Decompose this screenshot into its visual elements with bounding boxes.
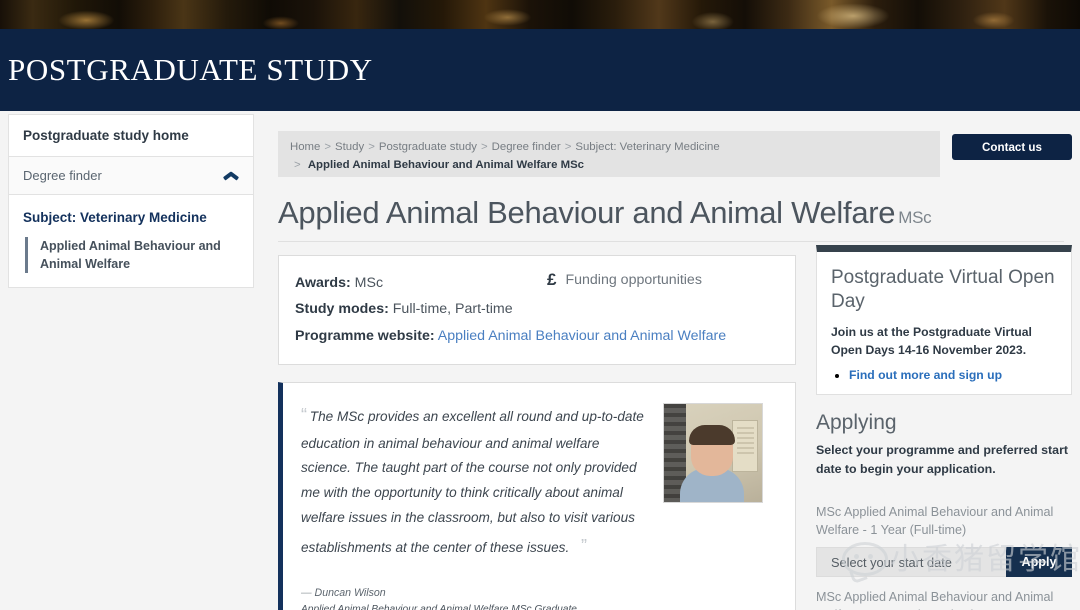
sidebar-item-postgraduate-study-home[interactable]: Postgraduate study home [9, 115, 253, 157]
testimonial-text: The MSc provides an excellent all round … [301, 408, 644, 556]
contact-us-button[interactable]: Contact us [952, 134, 1072, 160]
awards-label: Awards: [295, 275, 351, 291]
applying-lead: Select your programme and preferred star… [816, 443, 1069, 476]
testimonial-attribution: — Duncan Wilson Applied Animal Behaviour… [301, 585, 649, 610]
study-modes-value: Full-time, Part-time [392, 301, 513, 318]
funding-opportunities-link[interactable]: £ Funding opportunities [547, 270, 702, 290]
site-title: POSTGRADUATE STUDY [8, 52, 373, 87]
programme-info-box: Awards: MSc Study modes: Full-time, Part… [278, 255, 796, 365]
programme-option-parttime: MSc Applied Animal Behaviour and Animal … [816, 590, 1054, 610]
funding-opportunities-label: Funding opportunities [565, 272, 702, 288]
site-header: POSTGRADUATE STUDY [0, 29, 1080, 111]
open-day-panel: Postgraduate Virtual Open Day Join us at… [816, 245, 1072, 396]
body-wrap: Postgraduate study home Degree finder Su… [0, 111, 1080, 610]
headshot-background-panel [732, 419, 758, 472]
breadcrumb-sep: > [564, 141, 572, 153]
open-quote-icon: “ [301, 404, 307, 425]
testimonial-author: Duncan Wilson [314, 587, 386, 600]
aside-column: Postgraduate Virtual Open Day Join us at… [816, 245, 1072, 610]
page-title: Applied Animal Behaviour and Animal Welf… [278, 195, 1080, 231]
breadcrumb-sep: > [481, 141, 488, 153]
open-day-title: Postgraduate Virtual Open Day [831, 267, 1055, 312]
apply-row-fulltime: Select your start date Apply [816, 547, 1072, 578]
testimonial-body: “ The MSc provides an excellent all roun… [301, 399, 649, 610]
programme-option-fulltime: MSc Applied Animal Behaviour and Animal … [816, 504, 1054, 537]
applying-title: Applying [816, 411, 897, 435]
page-title-award: MSc [898, 208, 932, 227]
testimonial-card: “ The MSc provides an excellent all roun… [278, 381, 796, 610]
banner-photo [0, 0, 1080, 29]
sidebar-item-degree-finder-label: Degree finder [23, 168, 102, 183]
awards-value: MSc [354, 275, 384, 291]
programme-website-line: Programme website: Applied Animal Behavi… [295, 323, 779, 349]
main-column: Home > Study > Postgraduate study > Degree fin… [270, 111, 1080, 610]
student-headshot-photo [663, 402, 763, 503]
breadcrumb-sep: > [324, 141, 332, 153]
open-day-body: Join us at the Postgraduate Virtual Open… [831, 324, 1032, 358]
title-divider [278, 241, 1064, 242]
programme-website-link[interactable]: Applied Animal Behaviour and Animal Welf… [438, 328, 726, 344]
list-item: Find out more and sign up [849, 368, 1057, 382]
breadcrumb-item-home[interactable]: Home [290, 141, 320, 153]
pound-icon: £ [547, 270, 557, 289]
open-day-signup-link[interactable]: Find out more and sign up [849, 368, 1002, 382]
programme-website-label: Programme website: [295, 327, 435, 344]
sidebar-item-degree-finder[interactable]: Degree finder [9, 157, 253, 195]
breadcrumb-item-postgraduate-study[interactable]: Postgraduate study [379, 141, 477, 153]
open-day-links: Find out more and sign up [849, 368, 1057, 382]
breadcrumb-row: Home > Study > Postgraduate study > Degree fin… [270, 131, 1080, 177]
page-root: POSTGRADUATE STUDY Postgraduate study ho… [0, 0, 1080, 610]
breadcrumb-sep: > [294, 159, 301, 172]
study-modes-label: Study modes: [295, 301, 389, 318]
chevron-up-icon[interactable] [223, 171, 239, 180]
attribution-dash: — [301, 587, 312, 600]
testimonial-role: Applied Animal Behaviour and Animal Welf… [301, 604, 577, 610]
study-modes-line: Study modes: Full-time, Part-time [295, 296, 779, 322]
start-date-select[interactable]: Select your start date [816, 547, 1024, 578]
sidebar-subject-heading: Subject: Veterinary Medicine [23, 210, 207, 225]
sidebar: Postgraduate study home Degree finder Su… [8, 114, 254, 289]
content-column: Awards: MSc Study modes: Full-time, Part… [278, 255, 796, 610]
breadcrumb-sep: > [368, 141, 375, 153]
breadcrumb-item-subject[interactable]: Subject: Veterinary Medicine [575, 141, 719, 153]
apply-button[interactable]: Apply [1006, 547, 1072, 578]
breadcrumb-item-study[interactable]: Study [335, 141, 364, 153]
sidebar-item-applied-animal-behaviour[interactable]: Applied Animal Behaviour and Animal Welf… [25, 237, 239, 274]
awards-line: Awards: MSc [295, 270, 779, 296]
close-quote-icon: ” [581, 536, 587, 557]
breadcrumb-current: Applied Animal Behaviour and Animal Welf… [307, 159, 585, 172]
applying-section: Applying Select your programme and prefe… [816, 411, 1072, 610]
breadcrumb-item-degree-finder[interactable]: Degree finder [492, 141, 561, 153]
page-title-text: Applied Animal Behaviour and Animal Welf… [278, 195, 896, 230]
headshot-hair [689, 424, 735, 445]
breadcrumb: Home > Study > Postgraduate study > Degree fin… [278, 131, 940, 177]
sidebar-card: Postgraduate study home Degree finder Su… [8, 114, 254, 289]
